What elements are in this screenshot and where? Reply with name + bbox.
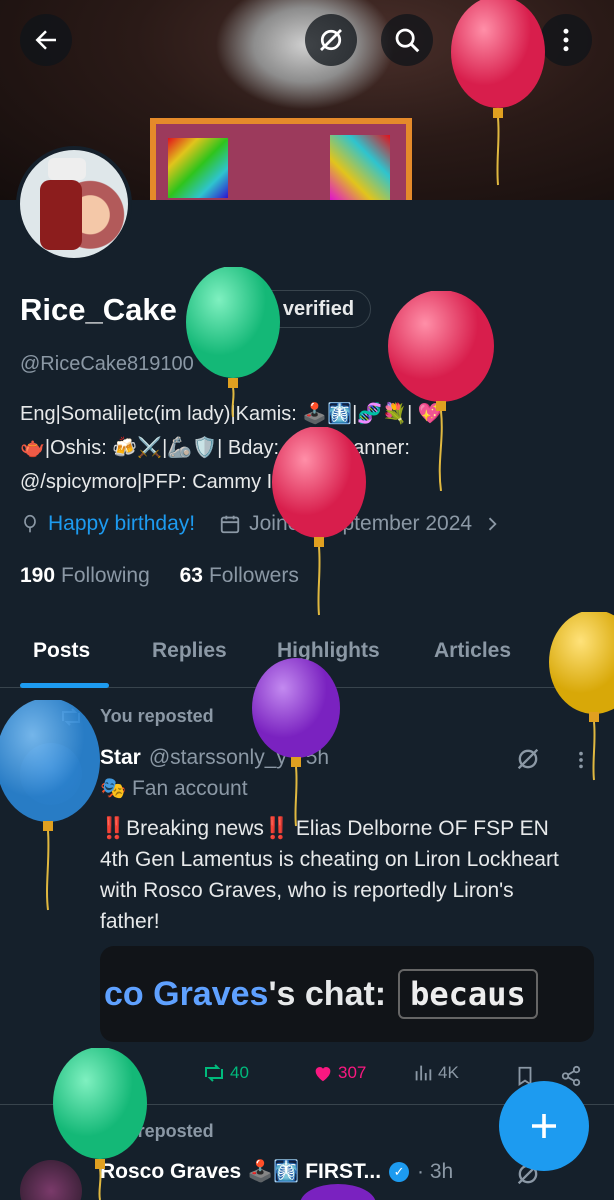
followers-count: 63	[179, 564, 203, 587]
verified-badge-icon: ✓	[389, 1162, 410, 1182]
birthday-balloon	[0, 700, 100, 911]
repost-label: You reposted	[100, 1121, 214, 1141]
tab-media[interactable]: Media	[571, 639, 614, 663]
more-vertical-icon[interactable]	[570, 748, 592, 772]
balloon-icon	[24, 514, 36, 533]
profile-tabs: Posts Replies Highlights Articles Media	[0, 622, 614, 688]
active-tab-indicator	[20, 683, 109, 688]
like-button[interactable]: 307	[312, 1062, 366, 1084]
following-count: 190	[20, 564, 56, 587]
repost-icon	[62, 1123, 80, 1141]
profile-name: Rice_Cake	[20, 292, 177, 327]
post-time: · 3h	[417, 1160, 454, 1183]
bio-line: 🫖|Oshis: 🍻⚔️|🦾🛡️| Bday: 05/26|Banner:	[20, 437, 410, 459]
slash-circle-icon	[320, 29, 342, 51]
bio-line: Eng|Somali|etc(im lady)|Kamis: 🕹️🩻|🧬💐| 💖	[20, 403, 443, 425]
reply-count: 4	[126, 1063, 136, 1082]
profile-bio: Eng|Somali|etc(im lady)|Kamis: 🕹️🩻|🧬💐| 💖…	[20, 397, 580, 499]
fan-account-label: 🎭 Fan account	[100, 777, 248, 800]
post-author-avatar[interactable]	[20, 1160, 82, 1200]
profile-meta: Happy birthday! Joined September 2024	[20, 512, 502, 536]
following-label: Following	[61, 564, 150, 587]
post-author-name[interactable]: Rosco Graves 🕹️🩻 FIRST...	[100, 1160, 381, 1184]
birthday-balloon	[300, 1184, 376, 1200]
banner-figure	[215, 0, 395, 110]
post-media[interactable]: co Graves 's chat: becaus	[100, 946, 594, 1042]
pencil-icon	[477, 29, 500, 52]
follow-stats: 190 Following 63 Followers	[20, 564, 299, 588]
banner-glitch-left	[168, 138, 228, 198]
post-header: Rosco Graves 🕹️🩻 FIRST... ✓ · 3h	[100, 1160, 453, 1184]
bio-line[interactable]: @/spicymoro|PFP: Cammy I love you	[20, 465, 580, 499]
post-text: ‼️Breaking news‼️ Elias Delborne OF FSP …	[100, 817, 559, 933]
repost-button[interactable]: 40	[202, 1062, 249, 1084]
back-button[interactable]	[20, 14, 72, 66]
banner-glitch-right	[330, 135, 390, 200]
grok-button[interactable]	[305, 14, 357, 66]
post-author-name[interactable]: Star	[100, 746, 141, 770]
media-text: 's chat:	[268, 974, 387, 1013]
more-vertical-icon	[563, 28, 569, 52]
get-verified-button[interactable]: ✓ Get verified	[201, 290, 372, 328]
tab-replies[interactable]: Replies	[152, 639, 227, 663]
heart-icon	[315, 1067, 331, 1082]
slash-circle-icon[interactable]	[514, 745, 542, 773]
post-author-handle[interactable]: @starssonly_y	[149, 746, 287, 770]
search-icon	[395, 28, 420, 53]
post-actions: 4 40 307 4K	[100, 1062, 590, 1092]
reply-icon	[102, 1064, 120, 1083]
repost-icon	[62, 708, 80, 726]
search-button[interactable]	[381, 14, 433, 66]
media-text: co Graves	[104, 974, 269, 1013]
more-button[interactable]	[540, 14, 592, 66]
verified-badge-icon: ✓	[212, 297, 236, 321]
edit-profile-button[interactable]	[463, 14, 515, 66]
tab-articles[interactable]: Articles	[434, 639, 511, 663]
birthday-link[interactable]: Happy birthday!	[48, 512, 195, 536]
repost-icon	[205, 1064, 223, 1082]
post-time: · 5h	[292, 746, 330, 769]
profile-handle: @RiceCake819100	[20, 353, 194, 375]
followers-link[interactable]: 63 Followers	[180, 564, 299, 587]
repost-count: 40	[230, 1063, 249, 1082]
post-author-avatar[interactable]	[20, 743, 82, 805]
joined-date: Joined September 2024	[249, 512, 473, 535]
like-count: 307	[338, 1063, 367, 1082]
view-count: 4K	[438, 1063, 459, 1082]
arrow-left-icon	[35, 30, 56, 50]
profile-avatar[interactable]	[16, 146, 132, 262]
avatar-hat	[48, 158, 86, 180]
chevron-right-icon[interactable]	[482, 513, 502, 535]
reply-button[interactable]: 4	[100, 1062, 135, 1084]
plus-icon	[532, 1114, 556, 1138]
repost-label: You reposted	[100, 706, 214, 726]
get-verified-label: Get verified	[244, 297, 355, 320]
views-button[interactable]: 4K	[412, 1062, 459, 1084]
views-icon	[415, 1065, 432, 1081]
media-text: becaus	[398, 969, 538, 1019]
compose-button[interactable]	[499, 1081, 589, 1171]
followers-label: Followers	[208, 564, 299, 587]
following-link[interactable]: 190 Following	[20, 564, 150, 587]
tab-highlights[interactable]: Highlights	[277, 639, 380, 663]
avatar-body	[40, 180, 82, 250]
post-header: Star @starssonly_y · 5h	[100, 746, 329, 770]
tab-posts[interactable]: Posts	[33, 639, 90, 663]
calendar-icon	[220, 515, 240, 534]
